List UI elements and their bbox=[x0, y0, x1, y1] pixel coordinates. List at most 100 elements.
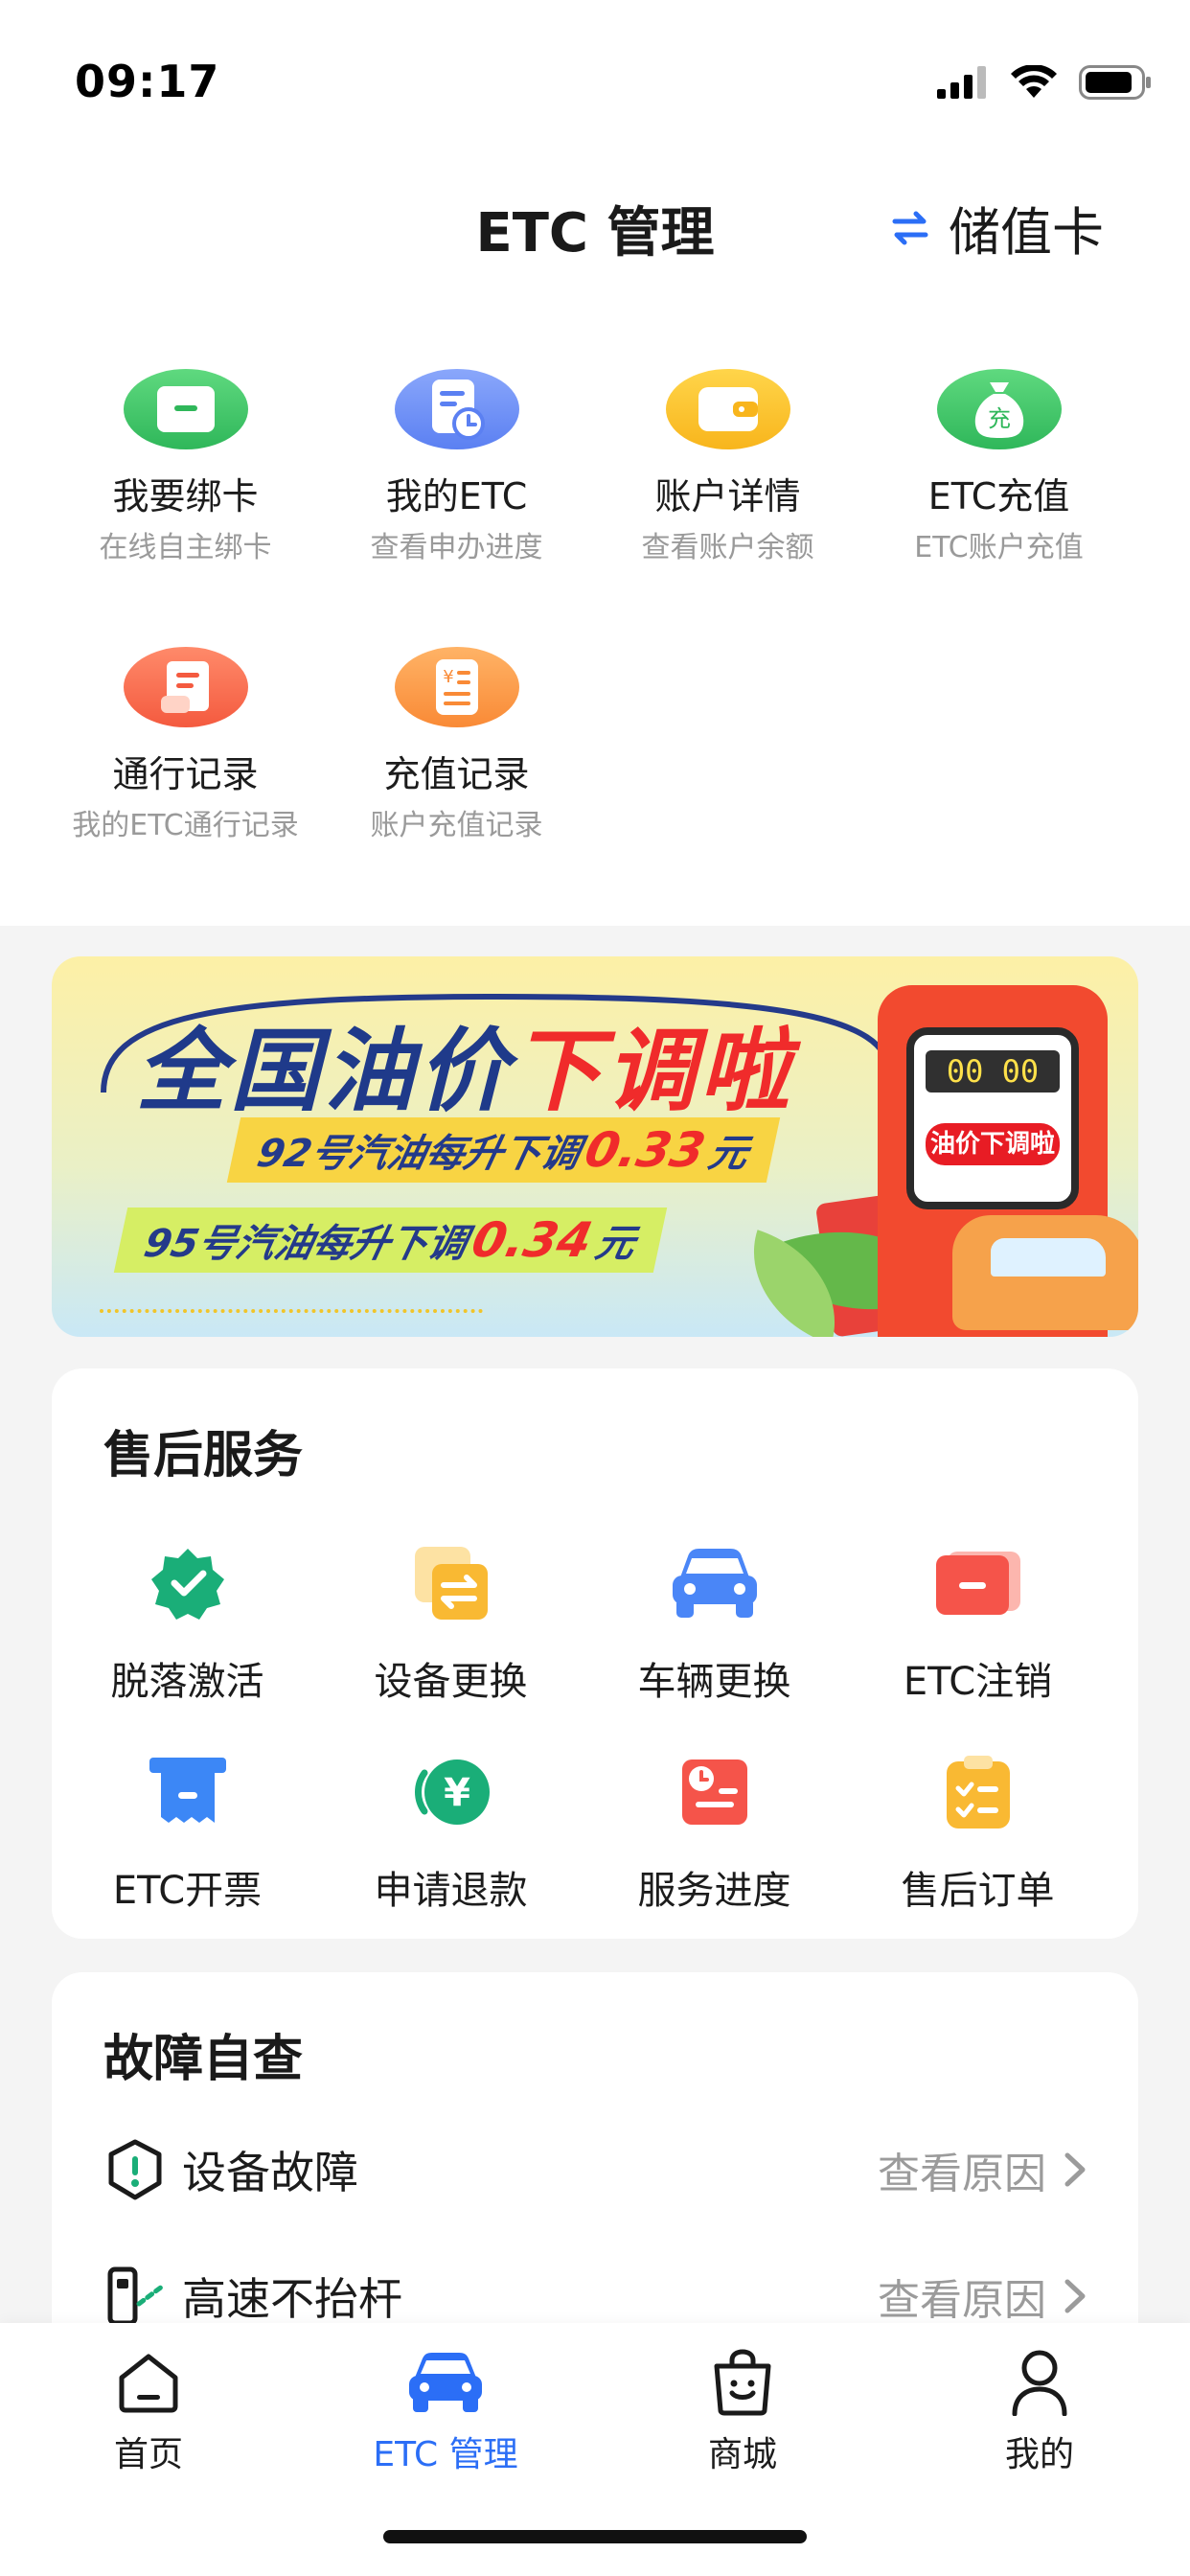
tab-mall[interactable]: 商城 bbox=[594, 2344, 891, 2497]
banner-line-95: 95号汽油每升下调 0.34 元 bbox=[113, 1208, 668, 1273]
tab-label: 商城 bbox=[707, 2435, 777, 2474]
card-type-switch[interactable]: 储值卡 bbox=[891, 190, 1104, 265]
wallet-icon bbox=[665, 369, 790, 449]
promo-banner[interactable]: 全国油价下调啦 92号汽油每升下调 0.33 元 95号汽油每升下调 0.34 元 00… bbox=[52, 956, 1138, 1337]
view-reason-text: 查看原因 bbox=[878, 2150, 1046, 2198]
after-sales-card: 售后服务 脱落激活 设备更换 车辆更换 ETC注销 ETC开票 ¥ 申请退款 服… bbox=[52, 1368, 1138, 1939]
fault-label: 设备故障 bbox=[182, 2147, 358, 2198]
pump-screen: 00 00 油价下调啦 bbox=[906, 1027, 1079, 1209]
service-label: ETC开票 bbox=[112, 1869, 263, 1913]
grid-item-etc-recharge[interactable]: 充 ETC充值 ETC账户充值 bbox=[863, 316, 1134, 565]
money-bag-icon: 充 bbox=[936, 369, 1062, 449]
header: ETC 管理 储值卡 bbox=[0, 144, 1190, 316]
grid-item-bind-card[interactable]: 我要绑卡 在线自主绑卡 bbox=[50, 316, 321, 565]
grid-subtitle: 账户充值记录 bbox=[370, 809, 543, 842]
banner-title-part1: 全国油价 bbox=[136, 1020, 513, 1124]
grid-label: 我要绑卡 bbox=[112, 475, 259, 518]
cancel-card-icon bbox=[930, 1535, 1026, 1631]
pump-digits: 00 00 bbox=[926, 1050, 1060, 1092]
car-illustration bbox=[952, 1215, 1138, 1330]
tab-label: ETC 管理 bbox=[373, 2435, 518, 2474]
tab-mine[interactable]: 我的 bbox=[891, 2344, 1188, 2497]
wifi-icon bbox=[1011, 65, 1057, 98]
banner-title: 全国油价下调啦 bbox=[136, 999, 793, 1129]
scroll-icon bbox=[123, 647, 248, 727]
fault-row-device[interactable]: 设备故障 查看原因 bbox=[103, 2122, 1087, 2218]
banner-line-text: 95号汽油每升下调 bbox=[140, 1222, 471, 1266]
grid-subtitle: 查看申办进度 bbox=[370, 531, 543, 564]
user-icon bbox=[1001, 2344, 1078, 2421]
banner-line-value: 0.34 bbox=[467, 1212, 598, 1268]
service-label: 服务进度 bbox=[637, 1869, 791, 1913]
svg-text:¥: ¥ bbox=[443, 667, 453, 687]
grid-label: ETC充值 bbox=[927, 475, 1070, 518]
banner-title-part2: 下调啦 bbox=[512, 1020, 794, 1124]
chevron-right-icon bbox=[1064, 2279, 1086, 2313]
tab-etc-management[interactable]: ETC 管理 bbox=[297, 2344, 594, 2497]
grid-subtitle: 查看账户余额 bbox=[641, 531, 814, 564]
view-reason-text: 查看原因 bbox=[878, 2276, 1046, 2325]
service-progress[interactable]: 服务进度 bbox=[579, 1744, 850, 1917]
swap-arrows-icon bbox=[892, 211, 928, 244]
grid-label: 充值记录 bbox=[383, 753, 530, 795]
service-label: ETC注销 bbox=[903, 1660, 1053, 1704]
grid-item-my-etc[interactable]: 我的ETC 查看申办进度 bbox=[321, 316, 592, 565]
service-vehicle-replace[interactable]: 车辆更换 bbox=[579, 1535, 850, 1708]
grid-subtitle: 我的ETC通行记录 bbox=[72, 809, 299, 842]
grid-item-account-details[interactable]: 账户详情 查看账户余额 bbox=[592, 316, 863, 565]
svg-text:¥: ¥ bbox=[444, 1771, 470, 1815]
fault-check-title: 故障自查 bbox=[103, 2031, 304, 2088]
grid-item-recharge-records[interactable]: ¥ 充值记录 账户充值记录 bbox=[321, 594, 592, 843]
tab-label: 首页 bbox=[113, 2435, 183, 2474]
chevron-right-icon bbox=[1064, 2152, 1086, 2187]
service-label: 申请退款 bbox=[374, 1869, 528, 1913]
service-etc-invoice[interactable]: ETC开票 bbox=[52, 1744, 323, 1917]
service-refund[interactable]: ¥ 申请退款 bbox=[315, 1744, 586, 1917]
car-icon bbox=[667, 1535, 763, 1631]
pump-tag: 油价下调啦 bbox=[926, 1123, 1060, 1165]
fault-label: 高速不抬杆 bbox=[182, 2273, 402, 2325]
grid-item-traffic-records[interactable]: 通行记录 我的ETC通行记录 bbox=[50, 594, 321, 843]
shield-alert-icon bbox=[103, 2138, 167, 2201]
view-reason-link[interactable]: 查看原因 bbox=[878, 2266, 1087, 2327]
banner-line-unit: 元 bbox=[704, 1132, 753, 1176]
tab-home[interactable]: 首页 bbox=[0, 2344, 297, 2497]
after-sales-title: 售后服务 bbox=[103, 1427, 304, 1484]
status-icons bbox=[937, 63, 1152, 102]
car-window bbox=[991, 1238, 1106, 1276]
toll-gate-icon bbox=[103, 2265, 167, 2328]
service-label: 设备更换 bbox=[374, 1660, 528, 1704]
service-reactivate[interactable]: 脱落激活 bbox=[52, 1535, 323, 1708]
banner-line-text: 92号汽油每升下调 bbox=[253, 1132, 584, 1176]
service-label: 车辆更换 bbox=[637, 1660, 791, 1704]
banner-line-value: 0.33 bbox=[580, 1122, 711, 1178]
clipboard-icon bbox=[930, 1744, 1026, 1840]
home-icon bbox=[110, 2344, 187, 2421]
etc-function-grid: 我要绑卡 在线自主绑卡 我的ETC 查看申办进度 账户详情 查看账户余额 充 E… bbox=[0, 316, 1190, 926]
home-indicator[interactable] bbox=[383, 2530, 807, 2543]
grid-label: 账户详情 bbox=[654, 475, 801, 518]
grid-label: 通行记录 bbox=[112, 753, 259, 795]
progress-icon bbox=[667, 1744, 763, 1840]
card-type-label: 储值卡 bbox=[949, 202, 1104, 263]
service-after-sales-orders[interactable]: 售后订单 bbox=[842, 1744, 1113, 1917]
card-bind-icon bbox=[123, 369, 248, 449]
battery-icon bbox=[1079, 65, 1151, 100]
banner-line-92: 92号汽油每升下调 0.33 元 bbox=[226, 1117, 781, 1183]
service-label: 脱落激活 bbox=[110, 1660, 264, 1704]
service-etc-cancel[interactable]: ETC注销 bbox=[842, 1535, 1113, 1708]
svg-text:充: 充 bbox=[988, 405, 1011, 432]
banner-dotted-line bbox=[100, 1309, 483, 1313]
receipt-icon: ¥ bbox=[394, 647, 519, 727]
car-icon bbox=[407, 2344, 484, 2421]
swap-device-icon bbox=[403, 1535, 499, 1631]
shopping-bag-icon bbox=[704, 2344, 781, 2421]
service-device-replace[interactable]: 设备更换 bbox=[315, 1535, 586, 1708]
signal-icon bbox=[937, 66, 986, 99]
grid-subtitle: 在线自主绑卡 bbox=[99, 531, 272, 564]
tab-label: 我的 bbox=[1004, 2435, 1074, 2474]
invoice-icon bbox=[140, 1744, 236, 1840]
view-reason-link[interactable]: 查看原因 bbox=[878, 2139, 1087, 2200]
status-bar: 09:17 bbox=[0, 0, 1190, 144]
service-label: 售后订单 bbox=[901, 1869, 1055, 1913]
